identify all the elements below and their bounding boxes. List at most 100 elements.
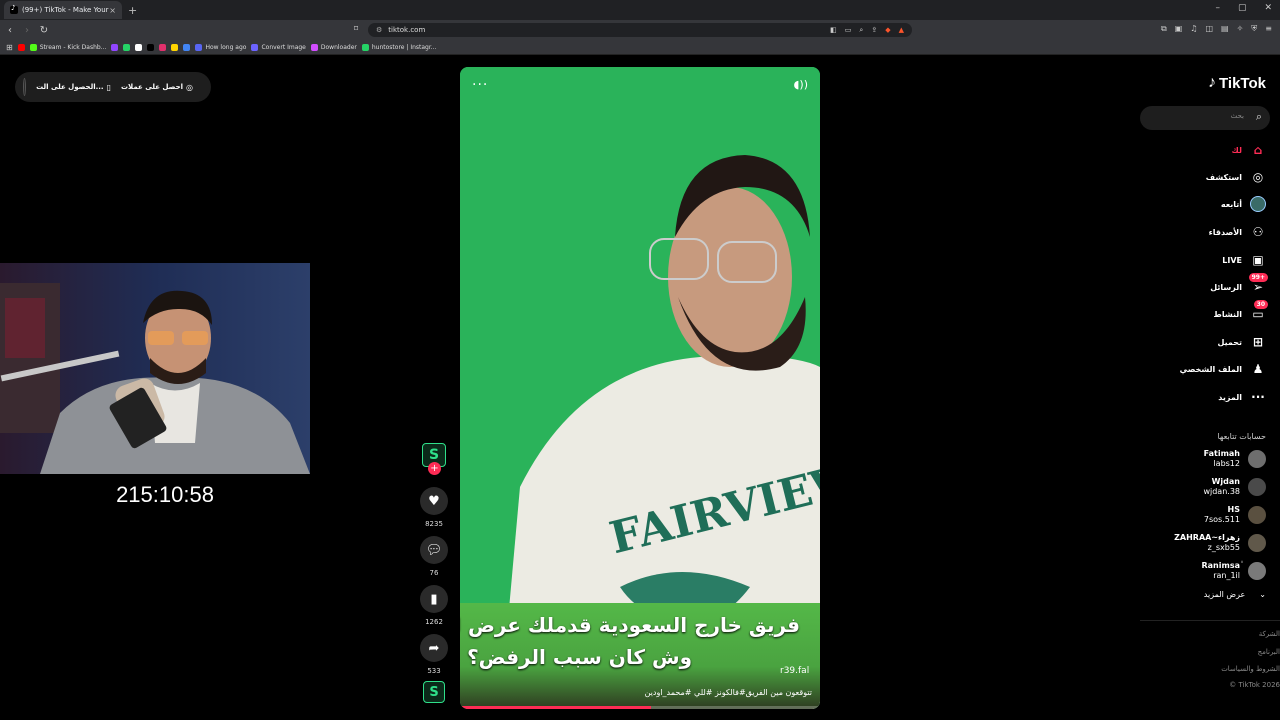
bookmark-item[interactable] [17,43,25,51]
menu-icon[interactable]: ≡ [1265,24,1272,34]
share-button[interactable]: ➦ [420,634,448,662]
minimize-icon[interactable]: – [1215,3,1220,13]
sidebar-item[interactable]: المزيد ··· [1218,387,1266,407]
video-progress-bar[interactable] [460,706,820,709]
bookmark-favicon-icon [171,43,179,51]
sidebar-item-label: استكشف [1205,172,1242,182]
bookmark-item[interactable] [135,43,143,51]
comment-button[interactable]: 💬︎ [420,536,448,564]
back-icon[interactable]: ‹ [3,25,17,36]
see-more-button[interactable]: عرض المزيد ⌄ [1204,590,1266,599]
vpn-icon[interactable]: ⛨ [1251,24,1257,34]
bookmark-item[interactable]: How long ago [195,43,246,51]
tiktok-favicon-icon [10,4,18,14]
bookmark-favicon-icon [29,43,37,51]
sidebar-item[interactable]: أتابعه [1221,194,1266,214]
sidebar-item-label: المزيد [1218,392,1242,402]
extension-icon[interactable]: ▣ [1175,24,1183,34]
bookmark-page-icon[interactable]: ⌑ [354,24,358,33]
right-sidebar: ♪ TikTok بحث ⌕ لك ⌂ استكشف ◎ أتابعه الأصدقاء ⚇… [1140,56,1280,720]
get-app-button[interactable]: الحصول على الت... ▯ [36,83,111,92]
bookmark-item[interactable] [111,43,119,51]
sidebar-item[interactable]: لك ⌂ [1232,140,1266,160]
like-button[interactable]: ♥ [420,487,448,515]
share-icon[interactable]: ⇪ [871,26,877,35]
account-names: Fatimah labs12 [1204,449,1240,469]
search-input[interactable]: بحث ⌕ [1140,106,1270,130]
sidebar-item[interactable]: الملف الشخصي ♟ [1180,359,1266,379]
bookmark-item[interactable] [171,43,179,51]
music-icon[interactable]: ♫ [1190,24,1197,34]
bookmark-item[interactable]: huntostore | Instagr... [361,43,437,51]
extension-icon[interactable]: ⧉ [1161,24,1167,34]
save-count: 1262 [425,618,443,626]
brave-rewards-icon[interactable]: ▲ [899,26,904,35]
leo-icon[interactable]: ✧ [1237,24,1244,34]
music-disc-icon[interactable]: S [423,681,445,703]
sidebar-icon[interactable]: ◫ [1205,24,1213,34]
cast-icon[interactable]: ▭ [845,26,852,35]
footer-company-link[interactable]: الشركة [1259,630,1280,638]
tab-close-icon[interactable]: × [109,6,116,15]
follow-plus-icon[interactable]: + [428,462,441,475]
apps-grid-icon[interactable]: ⊞ [6,43,13,52]
home-icon: ⌂ [1253,143,1263,157]
bookmark-item[interactable] [183,43,191,51]
sidebar-item-label: أتابعه [1220,199,1242,209]
get-coins-button[interactable]: احصل على عملات ◎ [121,83,193,92]
notification-badge: 99+ [1248,273,1268,282]
more-options-icon[interactable]: ··· [472,77,488,93]
bookmark-item[interactable] [123,43,131,51]
sidebar-item[interactable]: LIVE ▣ [1222,250,1266,270]
bookmark-item[interactable] [147,43,155,51]
sidebar-item-label: الملف الشخصي [1179,364,1242,374]
close-window-icon[interactable]: ✕ [1264,3,1272,13]
bookmark-favicon-icon [195,43,203,51]
phone-icon: ▯ [106,82,111,92]
bookmark-item[interactable]: Stream - Kick Dashb... [29,43,106,51]
avatar[interactable] [23,78,27,96]
wallet-icon[interactable]: ▤ [1221,24,1229,34]
share-count: 533 [427,667,441,675]
maximize-icon[interactable]: ▢ [1238,3,1247,13]
reload-icon[interactable]: ↻ [37,25,51,36]
bookmark-item[interactable]: Downloader [310,43,357,51]
bookmark-favicon-icon [111,43,119,51]
tiktok-logo[interactable]: ♪ TikTok [1208,74,1266,92]
footer-copyright: © TikTok 2026 [1229,681,1280,689]
following-account[interactable]: Fatimah labs12 [1204,446,1266,472]
sidebar-item[interactable]: الرسائل ➢ 99+ [1210,273,1268,297]
following-accounts-title: حسابات تتابعها [1217,432,1266,441]
following-account[interactable]: Wjdan wjdan.38 [1203,474,1266,500]
new-tab-button[interactable]: + [128,4,137,17]
following-account[interactable]: ZAHRAA~زهراء z_sxb55 [1174,530,1266,556]
account-name: Ranimsaٰ [1201,561,1241,570]
brave-shield-icon[interactable]: ◆ [885,26,890,35]
sidebar-item[interactable]: استكشف ◎ [1206,167,1266,187]
sidebar-item[interactable]: تحميل ⊞ [1217,332,1266,352]
video-progress-fill [460,706,651,709]
bookmark-item[interactable]: Convert Image [251,43,306,51]
following-account[interactable]: HS 7sos.511 [1204,502,1266,528]
search-icon[interactable]: ⌕ [1256,110,1262,124]
caption-line-1: فريق خارج السعودية قدملك عرض لك [460,613,800,637]
footer-terms-link[interactable]: الشروط والسياسات [1221,665,1280,673]
volume-icon[interactable]: ◖)) [794,78,808,91]
forward-icon[interactable]: › [20,25,34,36]
bookmark-item[interactable] [159,43,167,51]
sidebar-item[interactable]: النشاط ▭ 30 [1214,300,1268,324]
media-icon[interactable]: ◧ [830,26,837,35]
footer-program-link[interactable]: البرنامج [1258,648,1280,656]
save-button[interactable]: ▮ [420,585,448,613]
site-info-icon[interactable]: ⚙ [376,26,382,34]
following-account[interactable]: Ranimsaٰ ran_1il [1201,558,1266,584]
zoom-icon[interactable]: ⌕ [859,26,863,35]
browser-tab-bar: (99+) TikTok - Make Your Day × + – ▢ ✕ [0,0,1280,20]
sidebar-item[interactable]: الأصدقاء ⚇ [1209,222,1266,242]
avatar [1248,478,1266,496]
video-player[interactable]: FAIRVIEW ··· ◖)) فريق خارج السعودية قدمل… [460,67,820,709]
video-description[interactable]: تتوقعون مين الفريق#فالكونز #للي #محمد_او… [645,688,812,697]
address-bar[interactable]: ⚙ tiktok.com ◧ ▭ ⌕ ⇪ ◆ ▲ [368,23,912,37]
bookmarks-bar: ⊞ Stream - Kick Dashb... How long ago Conv… [0,40,1280,55]
browser-tab[interactable]: (99+) TikTok - Make Your Day × [4,1,122,19]
